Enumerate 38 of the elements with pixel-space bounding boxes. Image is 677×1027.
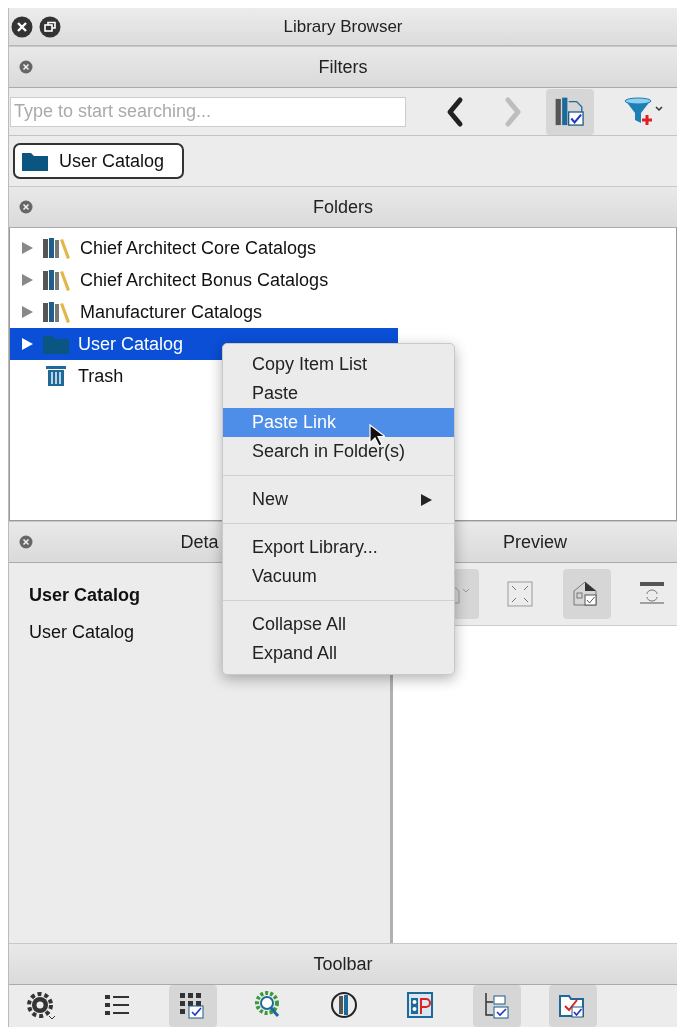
- details-name: User Catalog: [29, 585, 141, 606]
- books-icon: [42, 301, 72, 323]
- menu-item[interactable]: Export Library...: [223, 533, 454, 562]
- books-icon: [42, 237, 72, 259]
- window-title: Library Browser: [283, 16, 403, 36]
- tree-item[interactable]: Chief Architect Bonus Catalogs: [10, 264, 398, 296]
- menu-item[interactable]: Vacuum: [223, 562, 454, 591]
- panel-title: Deta: [180, 531, 219, 553]
- gear-icon: [25, 990, 57, 1022]
- catalog-chip[interactable]: User Catalog: [13, 143, 185, 179]
- menu-item[interactable]: Paste: [223, 379, 454, 408]
- panel-title: Folders: [313, 196, 373, 218]
- menu-item[interactable]: New: [223, 485, 454, 514]
- submenu-arrow-icon: [420, 493, 432, 506]
- panel-title: Filters: [318, 56, 368, 78]
- grid-view-button[interactable]: [169, 985, 217, 1027]
- folder-icon: [21, 150, 49, 172]
- menu-item[interactable]: Expand All: [223, 639, 454, 668]
- expand-arrow-icon[interactable]: [20, 273, 34, 287]
- search-field[interactable]: Type to start searching...: [10, 96, 406, 127]
- folder-check-button[interactable]: [549, 985, 597, 1027]
- details-description: User Catalog: [29, 622, 135, 643]
- tree-check-button[interactable]: [473, 985, 521, 1027]
- books-icon: [42, 269, 72, 291]
- tree-item[interactable]: Manufacturer Catalogs: [10, 296, 398, 328]
- house-check-button[interactable]: [563, 569, 611, 619]
- expand-arrow-icon[interactable]: [20, 305, 34, 319]
- menu-item[interactable]: Collapse All: [223, 610, 454, 639]
- tree-item[interactable]: Chief Architect Core Catalogs: [10, 232, 398, 264]
- expand-arrow-icon[interactable]: [20, 241, 34, 255]
- restore-icon[interactable]: [39, 15, 61, 38]
- panel-title: Toolbar: [313, 953, 373, 975]
- menu-item[interactable]: Search in Folder(s): [223, 437, 454, 466]
- folder-icon: [42, 333, 70, 355]
- expand-arrow-icon[interactable]: [20, 337, 34, 351]
- close-icon[interactable]: [11, 15, 33, 38]
- panel-title: Preview: [503, 531, 567, 553]
- catalog-check-button[interactable]: [546, 88, 594, 135]
